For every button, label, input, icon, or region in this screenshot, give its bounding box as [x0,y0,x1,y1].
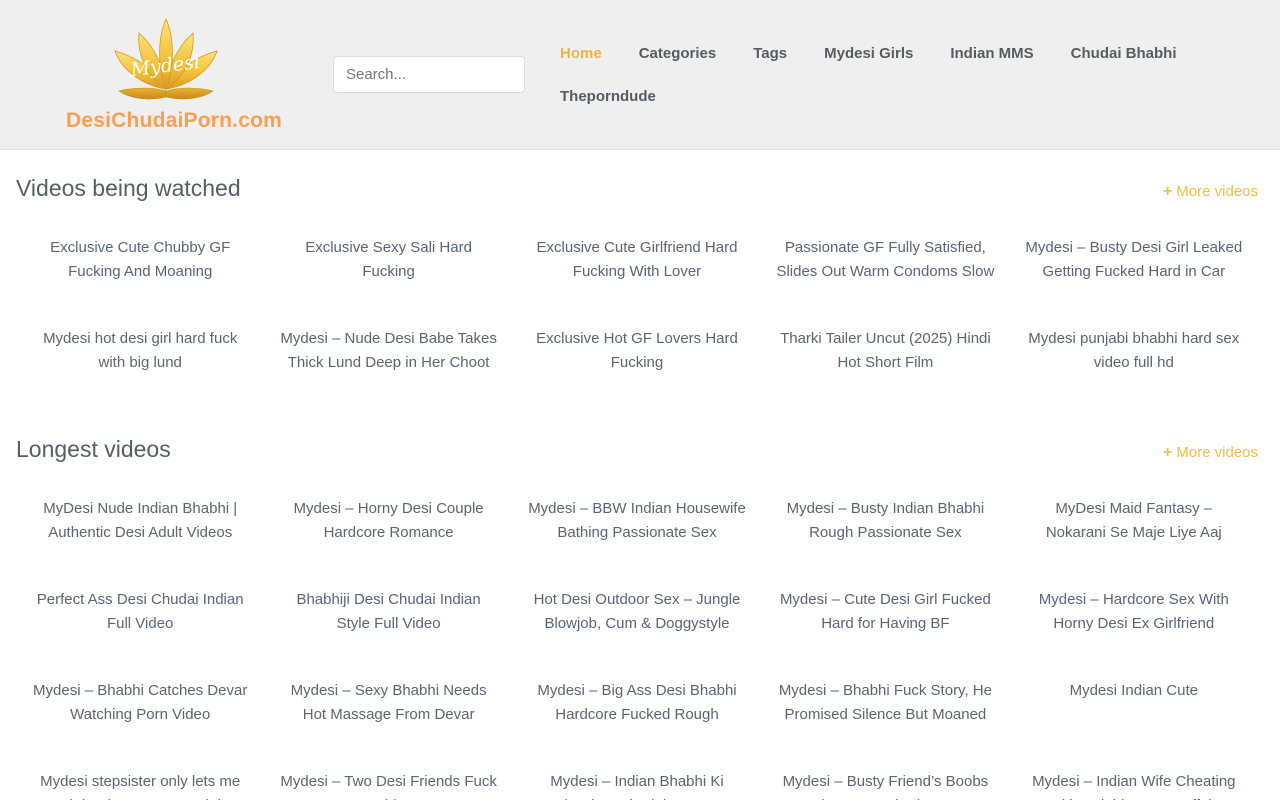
video-title-link[interactable]: Mydesi hot desi girl hard fuck with big … [16,327,264,375]
video-title-link[interactable]: Exclusive Cute Girlfriend Hard Fucking W… [513,236,761,284]
section-header: Longest videos +More videos [16,433,1258,465]
video-title-link[interactable]: Mydesi – BBW Indian Housewife Bathing Pa… [513,497,761,545]
video-title-link[interactable]: Hot Desi Outdoor Sex – Jungle Blowjob, C… [513,588,761,636]
video-title-link[interactable]: Mydesi punjabi bhabhi hard sex video ful… [1010,327,1258,375]
section-videos-being-watched: Videos being watched +More videos Exclusiv… [16,172,1258,375]
main-nav: Home Categories Tags Mydesi Girls Indian MMS… [560,45,1260,105]
video-title-link[interactable]: Mydesi Indian Cute [1010,679,1258,727]
main-content: Videos being watched +More videos Exclusiv… [0,150,1280,800]
video-title-link[interactable]: Mydesi – Nude Desi Babe Takes Thick Lund… [264,327,512,375]
video-title-link[interactable]: Bhabhiji Desi Chudai Indian Style Full V… [264,588,512,636]
video-title-link[interactable]: Mydesi – Two Desi Friends Fuck Horny Mai… [264,770,512,800]
site-logo[interactable]: Mydesi DesiChudaiPorn.com [66,17,266,133]
plus-icon: + [1163,444,1172,461]
video-title-link[interactable]: Mydesi – Indian Bhabhi Ki Zabardast Chud… [513,770,761,800]
plus-icon: + [1163,183,1172,200]
video-title-link[interactable]: Mydesi – Bhabhi Catches Devar Watching P… [16,679,264,727]
site-header: Mydesi DesiChudaiPorn.com Home Categories… [0,0,1280,150]
nav-item-indian-mms[interactable]: Indian MMS [950,45,1033,62]
video-title-link[interactable]: Passionate GF Fully Satisfied, Slides Ou… [761,236,1009,284]
search-box [333,56,525,93]
video-title-link[interactable]: MyDesi Nude Indian Bhabhi | Authentic De… [16,497,264,545]
video-title-link[interactable]: Mydesi – Indian Wife Cheating with Neigh… [1010,770,1258,800]
video-grid: Exclusive Cute Chubby GF Fucking And Moa… [16,236,1258,375]
lotus-logo-icon: Mydesi [111,17,221,105]
video-title-link[interactable]: Mydesi stepsister only lets me touch her… [16,770,264,800]
section-longest-videos: Longest videos +More videos MyDesi Nude In… [16,433,1258,800]
section-title: Videos being watched [16,172,241,204]
video-title-link[interactable]: Mydesi – Big Ass Desi Bhabhi Hardcore Fu… [513,679,761,727]
video-title-link[interactable]: Mydesi – Busty Indian Bhabhi Rough Passi… [761,497,1009,545]
nav-item-categories[interactable]: Categories [639,45,717,62]
nav-item-mydesi-girls[interactable]: Mydesi Girls [824,45,913,62]
nav-item-tags[interactable]: Tags [753,45,787,62]
section-header: Videos being watched +More videos [16,172,1258,204]
video-title-link[interactable]: Mydesi – Hardcore Sex With Horny Desi Ex… [1010,588,1258,636]
video-grid: MyDesi Nude Indian Bhabhi | Authentic De… [16,497,1258,800]
video-title-link[interactable]: Tharki Tailer Uncut (2025) Hindi Hot Sho… [761,327,1009,375]
section-title: Longest videos [16,433,171,465]
video-title-link[interactable]: Mydesi – Horny Desi Couple Hardcore Roma… [264,497,512,545]
video-title-link[interactable]: Exclusive Sexy Sali Hard Fucking [264,236,512,284]
search-input[interactable] [334,66,525,83]
video-title-link[interactable]: MyDesi Maid Fantasy – Nokarani Se Maje L… [1010,497,1258,545]
nav-item-chudai-bhabhi[interactable]: Chudai Bhabhi [1071,45,1177,62]
video-title-link[interactable]: Mydesi – Busty Desi Girl Leaked Getting … [1010,236,1258,284]
video-title-link[interactable]: Mydesi – Cute Desi Girl Fucked Hard for … [761,588,1009,636]
more-videos-link[interactable]: +More videos [1163,183,1258,201]
more-videos-link[interactable]: +More videos [1163,444,1258,462]
video-title-link[interactable]: Mydesi – Busty Friend’s Boobs and Bum To… [761,770,1009,800]
nav-item-home[interactable]: Home [560,45,602,62]
video-title-link[interactable]: Mydesi – Bhabhi Fuck Story, He Promised … [761,679,1009,727]
nav-item-theporndude[interactable]: Theporndude [560,88,656,105]
video-title-link[interactable]: Exclusive Hot GF Lovers Hard Fucking [513,327,761,375]
video-title-link[interactable]: Perfect Ass Desi Chudai Indian Full Vide… [16,588,264,636]
video-title-link[interactable]: Exclusive Cute Chubby GF Fucking And Moa… [16,236,264,284]
video-title-link[interactable]: Mydesi – Sexy Bhabhi Needs Hot Massage F… [264,679,512,727]
site-name: DesiChudaiPorn.com [66,109,266,133]
